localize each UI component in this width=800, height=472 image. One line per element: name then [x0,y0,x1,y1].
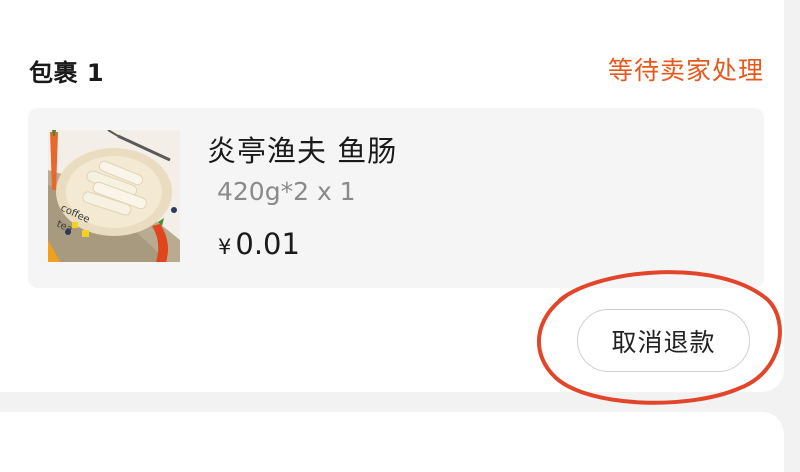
next-card [0,412,784,472]
package-status: 等待卖家处理 [607,56,764,85]
product-name: 炎亭渔夫 鱼肠 [207,134,398,168]
currency-symbol: ¥ [218,235,232,259]
cancel-refund-button[interactable]: 取消退款 [577,309,750,372]
sausage-product-photo-icon: coffee tea [48,130,180,262]
price-value: 0.01 [235,227,300,261]
product-price: ¥0.01 [218,227,300,261]
package-title: 包裹 1 [29,59,105,87]
product-image[interactable]: coffee tea [48,130,180,262]
product-spec: 420g*2 x 1 [217,177,356,206]
